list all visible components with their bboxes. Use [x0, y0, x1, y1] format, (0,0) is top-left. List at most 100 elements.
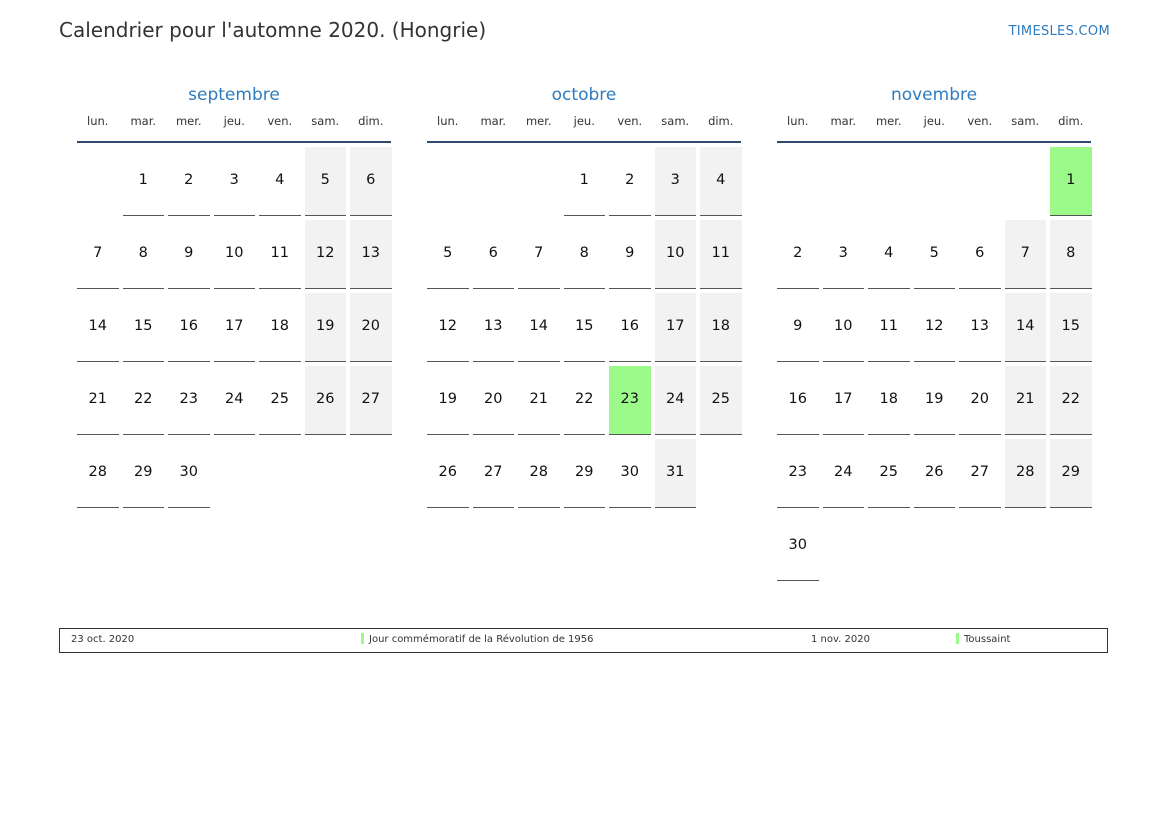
day-cell[interactable]: 11 [868, 293, 910, 362]
day-cell[interactable]: 19 [427, 366, 469, 435]
day-cell[interactable]: 31 [654, 439, 696, 508]
day-cell[interactable]: 1 [563, 147, 605, 216]
weekday-label: lun. [87, 114, 109, 128]
day-cell[interactable]: 22 [563, 366, 605, 435]
legend-item-2: Toussaint [956, 629, 1010, 651]
day-cell[interactable]: 18 [700, 293, 742, 362]
day-cell[interactable]: 23 [168, 366, 210, 435]
day-cell[interactable]: 8 [1050, 220, 1092, 289]
weekday-label: lun. [787, 114, 809, 128]
weekday-label: mar. [830, 114, 857, 128]
day-cell[interactable]: 6 [959, 220, 1001, 289]
day-cell[interactable]: 22 [1050, 366, 1092, 435]
day-cell[interactable]: 2 [168, 147, 210, 216]
day-cell[interactable]: 13 [959, 293, 1001, 362]
day-cell[interactable]: 24 [213, 366, 255, 435]
day-cell[interactable]: 7 [77, 220, 119, 289]
day-cell[interactable]: 16 [609, 293, 651, 362]
day-cell[interactable]: 28 [1004, 439, 1046, 508]
day-cell[interactable]: 7 [518, 220, 560, 289]
day-cell[interactable]: 16 [168, 293, 210, 362]
holiday-day-cell[interactable]: 23 [609, 366, 651, 435]
day-cell[interactable]: 11 [700, 220, 742, 289]
day-cell[interactable]: 24 [822, 439, 864, 508]
day-cell[interactable]: 5 [913, 220, 955, 289]
weekday-label: dim. [708, 114, 734, 128]
day-cell[interactable]: 15 [1050, 293, 1092, 362]
day-cell[interactable]: 29 [122, 439, 164, 508]
day-cell[interactable]: 11 [259, 220, 301, 289]
day-cell[interactable]: 19 [913, 366, 955, 435]
day-cell[interactable]: 17 [213, 293, 255, 362]
day-cell[interactable]: 27 [472, 439, 514, 508]
day-cell[interactable]: 26 [913, 439, 955, 508]
day-cell[interactable]: 12 [304, 220, 346, 289]
day-cell[interactable]: 13 [472, 293, 514, 362]
day-cell[interactable]: 20 [472, 366, 514, 435]
day-cell[interactable]: 21 [77, 366, 119, 435]
day-cell[interactable]: 26 [427, 439, 469, 508]
day-cell[interactable]: 10 [213, 220, 255, 289]
weekday-label: ven. [967, 114, 993, 128]
day-cell[interactable]: 25 [868, 439, 910, 508]
day-cell[interactable]: 27 [350, 366, 392, 435]
day-cell[interactable]: 4 [700, 147, 742, 216]
day-cell[interactable]: 14 [518, 293, 560, 362]
day-cell[interactable]: 6 [350, 147, 392, 216]
day-cell[interactable]: 7 [1004, 220, 1046, 289]
day-cell[interactable]: 24 [654, 366, 696, 435]
day-cell[interactable]: 9 [168, 220, 210, 289]
day-cell[interactable]: 21 [518, 366, 560, 435]
day-cell[interactable]: 15 [563, 293, 605, 362]
day-cell[interactable]: 18 [868, 366, 910, 435]
day-cell[interactable]: 13 [350, 220, 392, 289]
day-cell[interactable]: 20 [959, 366, 1001, 435]
day-cell[interactable]: 8 [563, 220, 605, 289]
day-cell[interactable]: 2 [609, 147, 651, 216]
day-cell[interactable]: 18 [259, 293, 301, 362]
day-cell[interactable]: 28 [77, 439, 119, 508]
day-cell[interactable]: 27 [959, 439, 1001, 508]
day-cell[interactable]: 12 [913, 293, 955, 362]
weekday-label: lun. [437, 114, 459, 128]
day-cell[interactable]: 10 [822, 293, 864, 362]
day-cell[interactable]: 5 [304, 147, 346, 216]
day-cell[interactable]: 17 [822, 366, 864, 435]
day-cell[interactable]: 25 [259, 366, 301, 435]
day-cell[interactable]: 30 [609, 439, 651, 508]
day-cell[interactable]: 9 [777, 293, 819, 362]
day-cell[interactable]: 3 [213, 147, 255, 216]
day-cell[interactable]: 20 [350, 293, 392, 362]
day-cell[interactable]: 3 [654, 147, 696, 216]
day-cell[interactable]: 17 [654, 293, 696, 362]
day-cell[interactable]: 29 [1050, 439, 1092, 508]
day-cell[interactable]: 6 [472, 220, 514, 289]
day-cell[interactable]: 28 [518, 439, 560, 508]
day-cell[interactable]: 10 [654, 220, 696, 289]
day-cell[interactable]: 29 [563, 439, 605, 508]
day-cell[interactable]: 14 [77, 293, 119, 362]
day-cell[interactable]: 5 [427, 220, 469, 289]
day-cell[interactable]: 12 [427, 293, 469, 362]
day-cell[interactable]: 22 [122, 366, 164, 435]
day-cell[interactable]: 4 [259, 147, 301, 216]
day-cell[interactable]: 19 [304, 293, 346, 362]
day-cell[interactable]: 8 [122, 220, 164, 289]
day-cell[interactable]: 25 [700, 366, 742, 435]
day-cell[interactable]: 16 [777, 366, 819, 435]
holiday-day-cell[interactable]: 1 [1050, 147, 1092, 216]
day-cell[interactable]: 15 [122, 293, 164, 362]
day-cell[interactable]: 14 [1004, 293, 1046, 362]
day-cell[interactable]: 1 [122, 147, 164, 216]
site-link[interactable]: TIMESLES.COM [1009, 24, 1110, 39]
day-cell[interactable]: 4 [868, 220, 910, 289]
day-cell[interactable]: 26 [304, 366, 346, 435]
day-cell[interactable]: 3 [822, 220, 864, 289]
day-cell[interactable]: 21 [1004, 366, 1046, 435]
day-cell[interactable]: 9 [609, 220, 651, 289]
day-cell[interactable]: 30 [777, 512, 819, 581]
day-cell[interactable]: 23 [777, 439, 819, 508]
day-cell[interactable]: 2 [777, 220, 819, 289]
empty-cell [473, 147, 515, 216]
day-cell[interactable]: 30 [168, 439, 210, 508]
